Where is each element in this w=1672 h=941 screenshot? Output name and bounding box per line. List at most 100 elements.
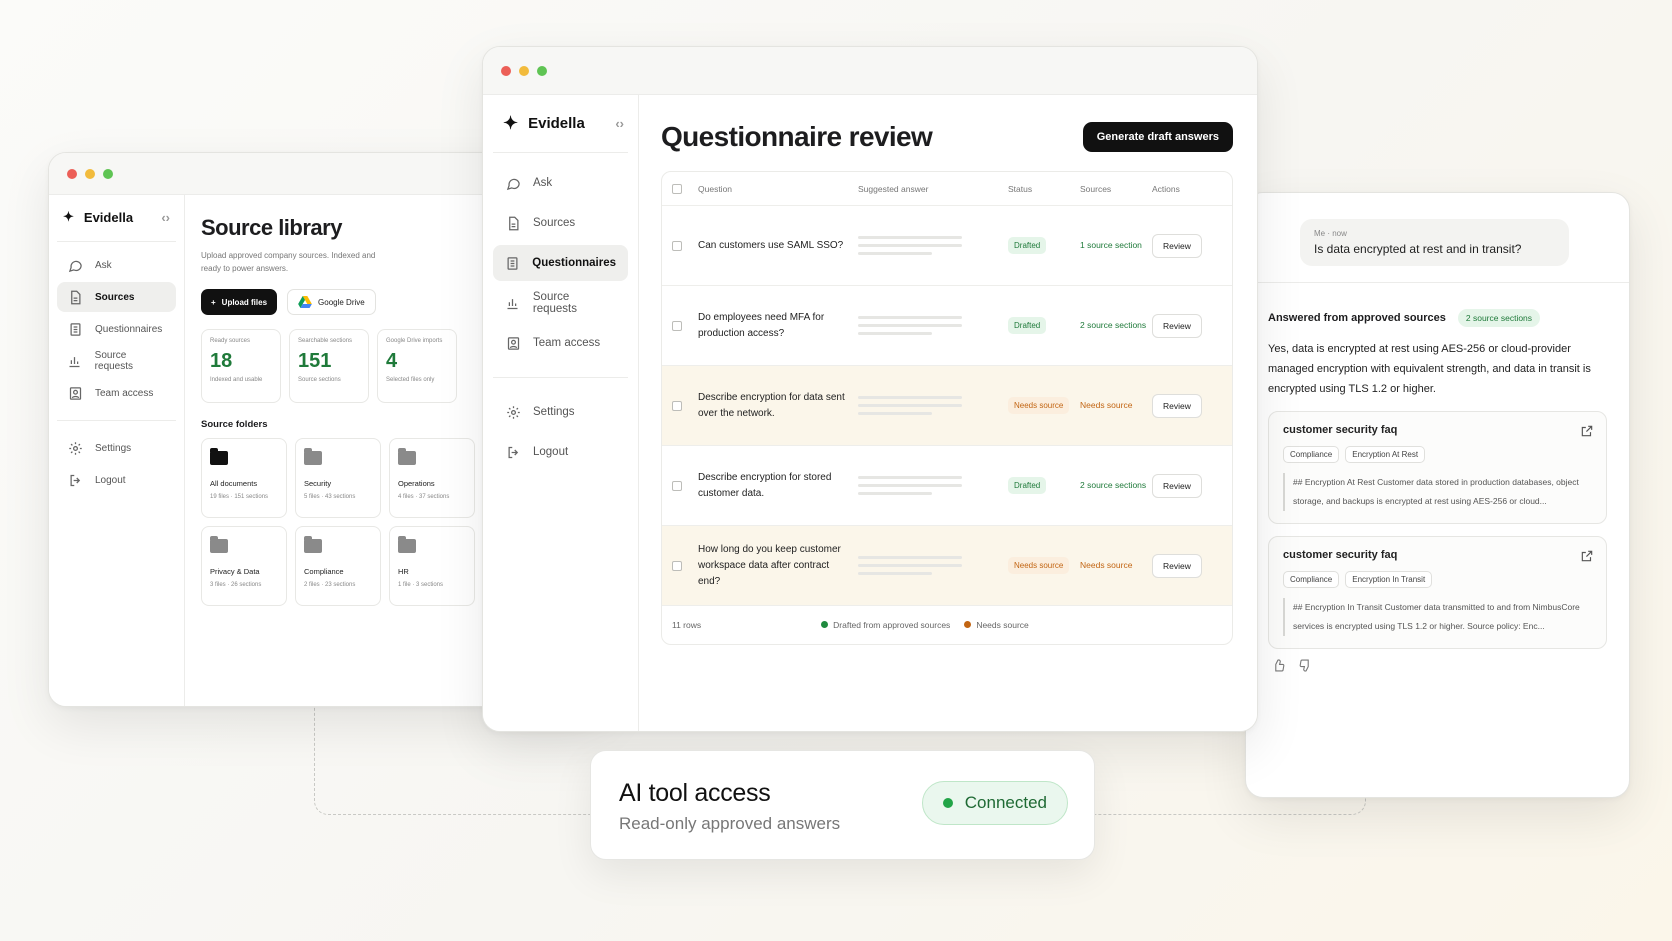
upload-files-button[interactable]: + Upload files bbox=[201, 289, 278, 315]
sidebar-item-source-requests[interactable]: Source requests bbox=[57, 346, 176, 376]
collapse-toggle-icon[interactable]: ‹› bbox=[615, 116, 624, 131]
sidebar-item-ask[interactable]: Ask bbox=[57, 250, 176, 280]
sources-link[interactable]: Needs source bbox=[1080, 559, 1152, 572]
folder-name: Compliance bbox=[304, 567, 344, 576]
external-link-icon[interactable] bbox=[1580, 424, 1594, 438]
stat-sub: Source sections bbox=[298, 377, 341, 383]
folder-card[interactable]: All documents 19 files · 151 sections bbox=[201, 438, 287, 518]
row-checkbox[interactable] bbox=[672, 240, 682, 251]
maximize-dot[interactable] bbox=[103, 168, 113, 179]
sidebar-item-ask[interactable]: Ask bbox=[493, 165, 628, 201]
sources-link[interactable]: Needs source bbox=[1080, 399, 1152, 412]
folder-icon bbox=[304, 448, 322, 465]
sidebar-item-label: Questionnaires bbox=[95, 323, 163, 335]
upload-label: Upload files bbox=[221, 297, 268, 307]
folder-meta: 1 file · 3 sections bbox=[398, 582, 444, 588]
folder-icon bbox=[398, 448, 416, 465]
maximize-dot[interactable] bbox=[537, 65, 547, 76]
row-checkbox[interactable] bbox=[672, 400, 682, 411]
sidebar-item-settings[interactable]: Settings bbox=[493, 394, 628, 430]
folder-card[interactable]: Compliance 2 files · 23 sections bbox=[295, 526, 381, 606]
source-card[interactable]: customer security faq Compliance Encrypti… bbox=[1268, 411, 1607, 524]
sidebar-item-label: Logout bbox=[533, 446, 569, 458]
column-header-question[interactable]: Question bbox=[698, 184, 858, 194]
sidebar-item-questionnaires[interactable]: Questionnaires bbox=[493, 245, 628, 281]
sidebar-item-settings[interactable]: Settings bbox=[57, 433, 176, 463]
brand[interactable]: ✦ Evidella ‹› bbox=[49, 195, 184, 241]
brand-name: Evidella bbox=[83, 209, 134, 225]
close-dot[interactable] bbox=[67, 168, 77, 179]
window-titlebar bbox=[483, 47, 1257, 95]
document-icon bbox=[67, 289, 83, 305]
review-button[interactable]: Review bbox=[1152, 313, 1202, 338]
sidebar-item-label: Source requests bbox=[532, 291, 577, 315]
suggested-answer-placeholder bbox=[858, 551, 1008, 580]
table-row: Describe encryption for data sent over t… bbox=[662, 366, 1232, 446]
folder-card[interactable]: Operations 4 files · 37 sections bbox=[389, 438, 475, 518]
sidebar-item-label: Ask bbox=[95, 259, 112, 271]
close-dot[interactable] bbox=[501, 65, 511, 76]
folder-card[interactable]: HR 1 file · 3 sections bbox=[389, 526, 475, 606]
table-row: Describe encryption for stored customer … bbox=[662, 446, 1232, 526]
row-checkbox[interactable] bbox=[672, 320, 682, 331]
row-checkbox[interactable] bbox=[672, 560, 682, 571]
source-count-badge[interactable]: 2 source sections bbox=[1457, 309, 1541, 327]
sidebar-item-team-access[interactable]: Team access bbox=[57, 378, 176, 408]
legend-dot bbox=[821, 621, 829, 628]
sidebar-item-team-access[interactable]: Team access bbox=[493, 325, 628, 361]
stat-value: 151 bbox=[298, 350, 332, 372]
stat-card: Searchable sections 151 Source sections bbox=[289, 329, 369, 403]
page-subtitle: Upload approved company sources. Indexed… bbox=[201, 251, 376, 273]
select-all-checkbox[interactable] bbox=[672, 183, 682, 194]
folder-name: All documents bbox=[210, 479, 258, 488]
legend-item: Drafted from approved sources bbox=[821, 620, 950, 630]
stat-sub: Selected files only bbox=[386, 377, 435, 383]
sidebar-item-logout[interactable]: Logout bbox=[57, 465, 176, 495]
column-header-sources[interactable]: Sources bbox=[1080, 184, 1152, 194]
collapse-toggle-icon[interactable]: ‹› bbox=[161, 210, 170, 225]
google-drive-button[interactable]: Google Drive bbox=[287, 289, 376, 315]
column-header-status[interactable]: Status bbox=[1008, 184, 1080, 194]
user-message-bubble: Me · now Is data encrypted at rest and i… bbox=[1300, 219, 1569, 266]
folder-icon bbox=[210, 536, 228, 553]
answer-text: Yes, data is encrypted at rest using AES… bbox=[1268, 343, 1591, 395]
source-excerpt: ## Encryption At Rest Customer data stor… bbox=[1283, 473, 1592, 511]
minimize-dot[interactable] bbox=[519, 65, 529, 76]
external-link-icon[interactable] bbox=[1580, 549, 1594, 563]
source-card-title: customer security faq bbox=[1283, 549, 1398, 561]
connected-status-pill[interactable]: Connected bbox=[921, 781, 1068, 825]
thumbs-up-icon[interactable] bbox=[1272, 659, 1285, 677]
sidebar-item-questionnaires[interactable]: Questionnaires bbox=[57, 314, 176, 344]
minimize-dot[interactable] bbox=[85, 168, 95, 179]
sources-link[interactable]: 2 source sections bbox=[1080, 319, 1152, 332]
sidebar-item-sources[interactable]: Sources bbox=[57, 282, 176, 312]
sidebar-item-label: Logout bbox=[95, 474, 126, 486]
review-button[interactable]: Review bbox=[1152, 233, 1202, 258]
generate-draft-answers-button[interactable]: Generate draft answers bbox=[1082, 122, 1233, 152]
folder-card[interactable]: Privacy & Data 3 files · 26 sections bbox=[201, 526, 287, 606]
folder-icon bbox=[304, 536, 322, 553]
document-icon bbox=[505, 215, 521, 231]
review-button[interactable]: Review bbox=[1152, 393, 1202, 418]
sidebar-item-logout[interactable]: Logout bbox=[493, 434, 628, 470]
source-card[interactable]: customer security faq Compliance Encrypti… bbox=[1268, 536, 1607, 649]
sidebar-item-source-requests[interactable]: Source requests bbox=[493, 285, 628, 321]
sidebar-item-label: Settings bbox=[533, 406, 575, 418]
divider bbox=[493, 152, 628, 153]
message-meta: Me · now bbox=[1314, 229, 1347, 238]
review-button[interactable]: Review bbox=[1152, 553, 1202, 578]
row-checkbox[interactable] bbox=[672, 480, 682, 491]
sources-link[interactable]: 2 source sections bbox=[1080, 479, 1152, 492]
sidebar-item-sources[interactable]: Sources bbox=[493, 205, 628, 241]
status-badge: Needs source bbox=[1008, 397, 1070, 414]
sidebar-item-label: Team access bbox=[533, 337, 601, 349]
column-header-actions[interactable]: Actions bbox=[1152, 184, 1212, 194]
row-count: 11 rows bbox=[672, 620, 702, 630]
folder-card[interactable]: Security 5 files · 43 sections bbox=[295, 438, 381, 518]
column-header-suggested-answer[interactable]: Suggested answer bbox=[858, 184, 1008, 194]
sources-link[interactable]: 1 source section bbox=[1080, 239, 1152, 252]
review-button[interactable]: Review bbox=[1152, 473, 1202, 498]
thumbs-down-icon[interactable] bbox=[1299, 659, 1312, 677]
suggested-answer-placeholder bbox=[858, 391, 1008, 420]
brand[interactable]: ✦ Evidella ‹› bbox=[483, 95, 638, 152]
